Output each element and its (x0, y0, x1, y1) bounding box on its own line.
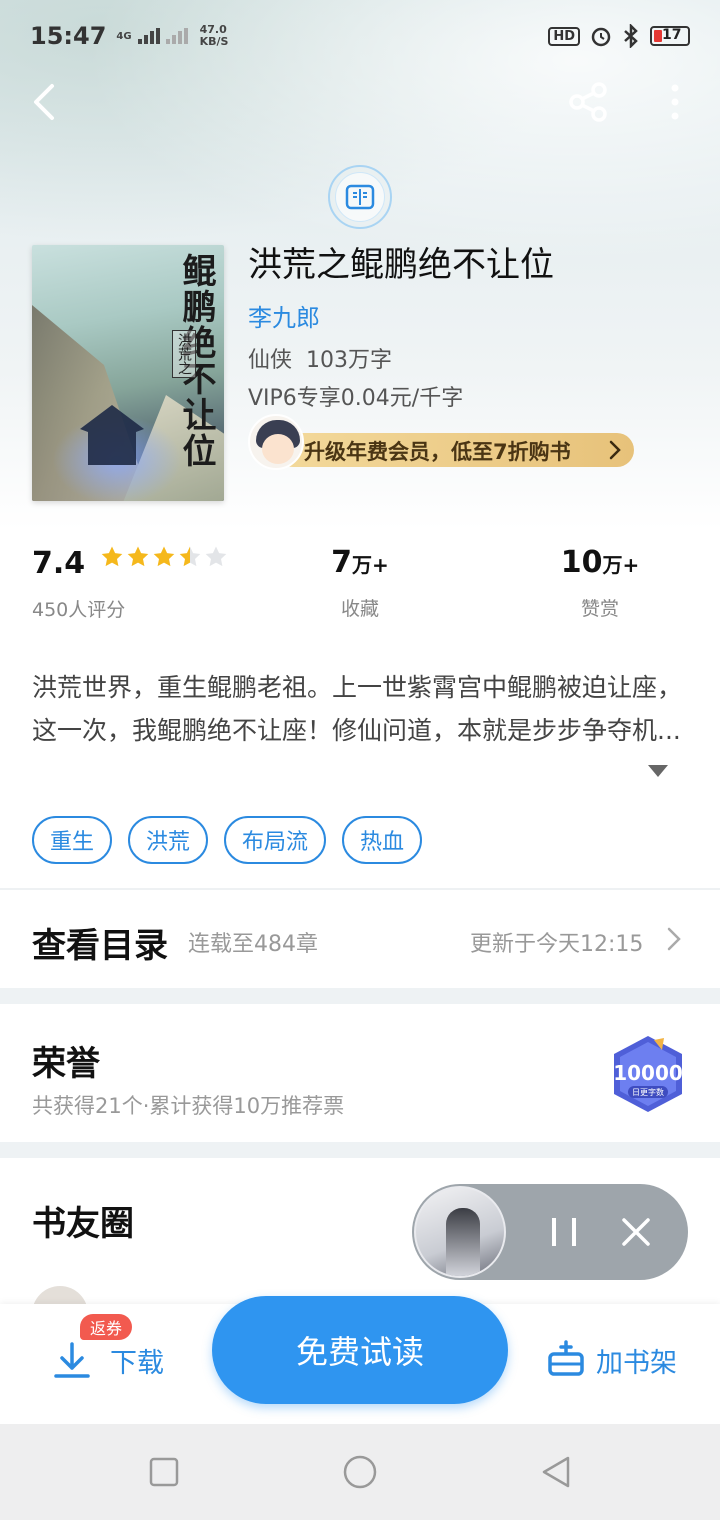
book-info: 洪荒之鲲鹏绝不让位 李九郎 仙侠 103万字 VIP6专享0.04元/千字 (248, 240, 688, 412)
free-read-button[interactable]: 免费试读 (212, 1296, 508, 1404)
book-word-count: 103万字 (306, 348, 393, 373)
star-icon (101, 546, 123, 567)
top-nav (0, 72, 720, 132)
signal-icon-secondary (165, 28, 188, 44)
toc-updated: 更新于今天12:15 (470, 932, 644, 957)
download-icon (54, 1342, 90, 1378)
add-to-shelf-label: 加书架 (596, 1347, 677, 1379)
download-label: 下载 (110, 1347, 164, 1379)
status-right: HD 17 (548, 24, 690, 48)
bookshelf-icon (548, 1340, 584, 1376)
cover-subtitle: 洪荒之 (172, 330, 196, 378)
book-genre: 仙侠 (248, 348, 293, 373)
rewards-unit: 万+ (602, 553, 640, 577)
honor-summary: 共获得21个·累计获得10万推荐票 (32, 1094, 345, 1118)
back-triangle-icon[interactable] (538, 1454, 574, 1490)
favorites-unit: 万+ (352, 553, 389, 577)
favorites-block: 7万+ 收藏 (320, 545, 400, 621)
close-icon[interactable] (618, 1214, 654, 1250)
chevron-right-icon (609, 440, 621, 460)
book-price: VIP6专享0.04元/千字 (248, 386, 464, 411)
speed-unit: KB/S (199, 35, 229, 48)
network-indicator: 4G 47.0 KB/S (116, 24, 228, 48)
star-icon (205, 546, 227, 567)
favorites-value: 7 (331, 545, 353, 580)
network-speed: 47.0 KB/S (200, 24, 229, 48)
vip-mascot-avatar (248, 414, 304, 470)
vip-promo-banner[interactable]: 升级年费会员，低至7折购书 (248, 412, 634, 470)
section-separator (0, 988, 720, 1004)
star-icon (153, 546, 175, 567)
honor-badge-number: 10000 (613, 1061, 683, 1085)
download-button[interactable]: 下载 (52, 1340, 164, 1380)
star-icon (179, 546, 201, 567)
status-bar: 15:47 4G 47.0 KB/S HD 17 (0, 0, 720, 72)
honor-title: 荣誉 (32, 1044, 100, 1084)
rewards-label: 赞赏 (580, 598, 619, 620)
book-author[interactable]: 李九郎 (248, 298, 688, 334)
favorites-label: 收藏 (340, 598, 379, 620)
hd-icon: HD (548, 26, 580, 46)
toc-row[interactable]: 查看目录 连载至484章 更新于今天12:15 (0, 890, 720, 988)
network-type: 4G (116, 30, 132, 42)
book-title: 洪荒之鲲鹏绝不让位 (248, 245, 554, 285)
status-time: 15:47 (30, 22, 107, 50)
honor-badge-icon: 10000 日更字数 (613, 1036, 683, 1112)
tag-list: 重生 洪荒 布局流 热血 (32, 816, 423, 864)
floating-audio-player[interactable] (412, 1184, 688, 1280)
pause-icon[interactable] (546, 1214, 582, 1250)
honor-section[interactable]: 荣誉 共获得21个·累计获得10万推荐票 10000 日更字数 (0, 1004, 720, 1142)
tag-chip[interactable]: 洪荒 (128, 816, 209, 864)
rewards-value: 10 (560, 545, 603, 580)
battery-level: 17 (662, 27, 682, 43)
alarm-icon (591, 27, 611, 47)
bluetooth-icon (624, 24, 638, 48)
rating-count: 450人评分 (32, 599, 126, 621)
tag-chip[interactable]: 热血 (342, 816, 423, 864)
book-cover[interactable]: 鲲鹏绝不让位 洪荒之 (32, 245, 224, 501)
back-arrow-icon[interactable] (26, 82, 66, 122)
add-to-shelf-button[interactable]: 加书架 (546, 1340, 677, 1380)
rating-score: 7.4 (32, 546, 86, 581)
home-icon[interactable] (342, 1454, 378, 1490)
chevron-right-icon (667, 927, 681, 951)
battery-icon: 17 (650, 26, 690, 46)
system-navigation-bar (0, 1424, 720, 1520)
book-meta: 仙侠 103万字 (248, 342, 688, 374)
recent-apps-icon[interactable] (146, 1454, 182, 1490)
book-type-badge (328, 165, 392, 229)
book-description[interactable]: 洪荒世界，重生鲲鹏老祖。上一世紫霄宫中鲲鹏被迫让座，这一次，我鲲鹏绝不让座！修仙… (32, 666, 692, 752)
bottom-action-bar: 下载 返券 免费试读 加书架 (0, 1296, 720, 1424)
section-separator (0, 1142, 720, 1158)
toc-title: 查看目录 (32, 926, 168, 966)
rating-stars (100, 545, 228, 569)
book-stats: 7.4 450人评分 7万+ 收藏 10万+ 赞赏 (0, 545, 720, 635)
vip-promo-text: 升级年费会员，低至7折购书 (304, 440, 571, 464)
honor-badge-label: 日更字数 (632, 1087, 664, 1097)
toc-progress: 连载至484章 (188, 932, 318, 957)
star-icon (127, 546, 149, 567)
tag-chip[interactable]: 重生 (32, 816, 113, 864)
signal-icon (137, 28, 160, 44)
expand-triangle-icon[interactable] (648, 765, 668, 777)
tag-chip[interactable]: 布局流 (224, 816, 327, 864)
open-book-icon (345, 184, 375, 210)
coupon-badge: 返券 (80, 1314, 133, 1340)
share-icon[interactable] (566, 80, 610, 124)
audio-thumbnail[interactable] (414, 1186, 506, 1278)
book-circle-title: 书友圈 (32, 1204, 134, 1244)
rewards-block[interactable]: 10万+ 赞赏 (560, 545, 640, 621)
more-options-icon[interactable] (660, 80, 690, 124)
rating-block[interactable]: 7.4 450人评分 (32, 545, 228, 622)
